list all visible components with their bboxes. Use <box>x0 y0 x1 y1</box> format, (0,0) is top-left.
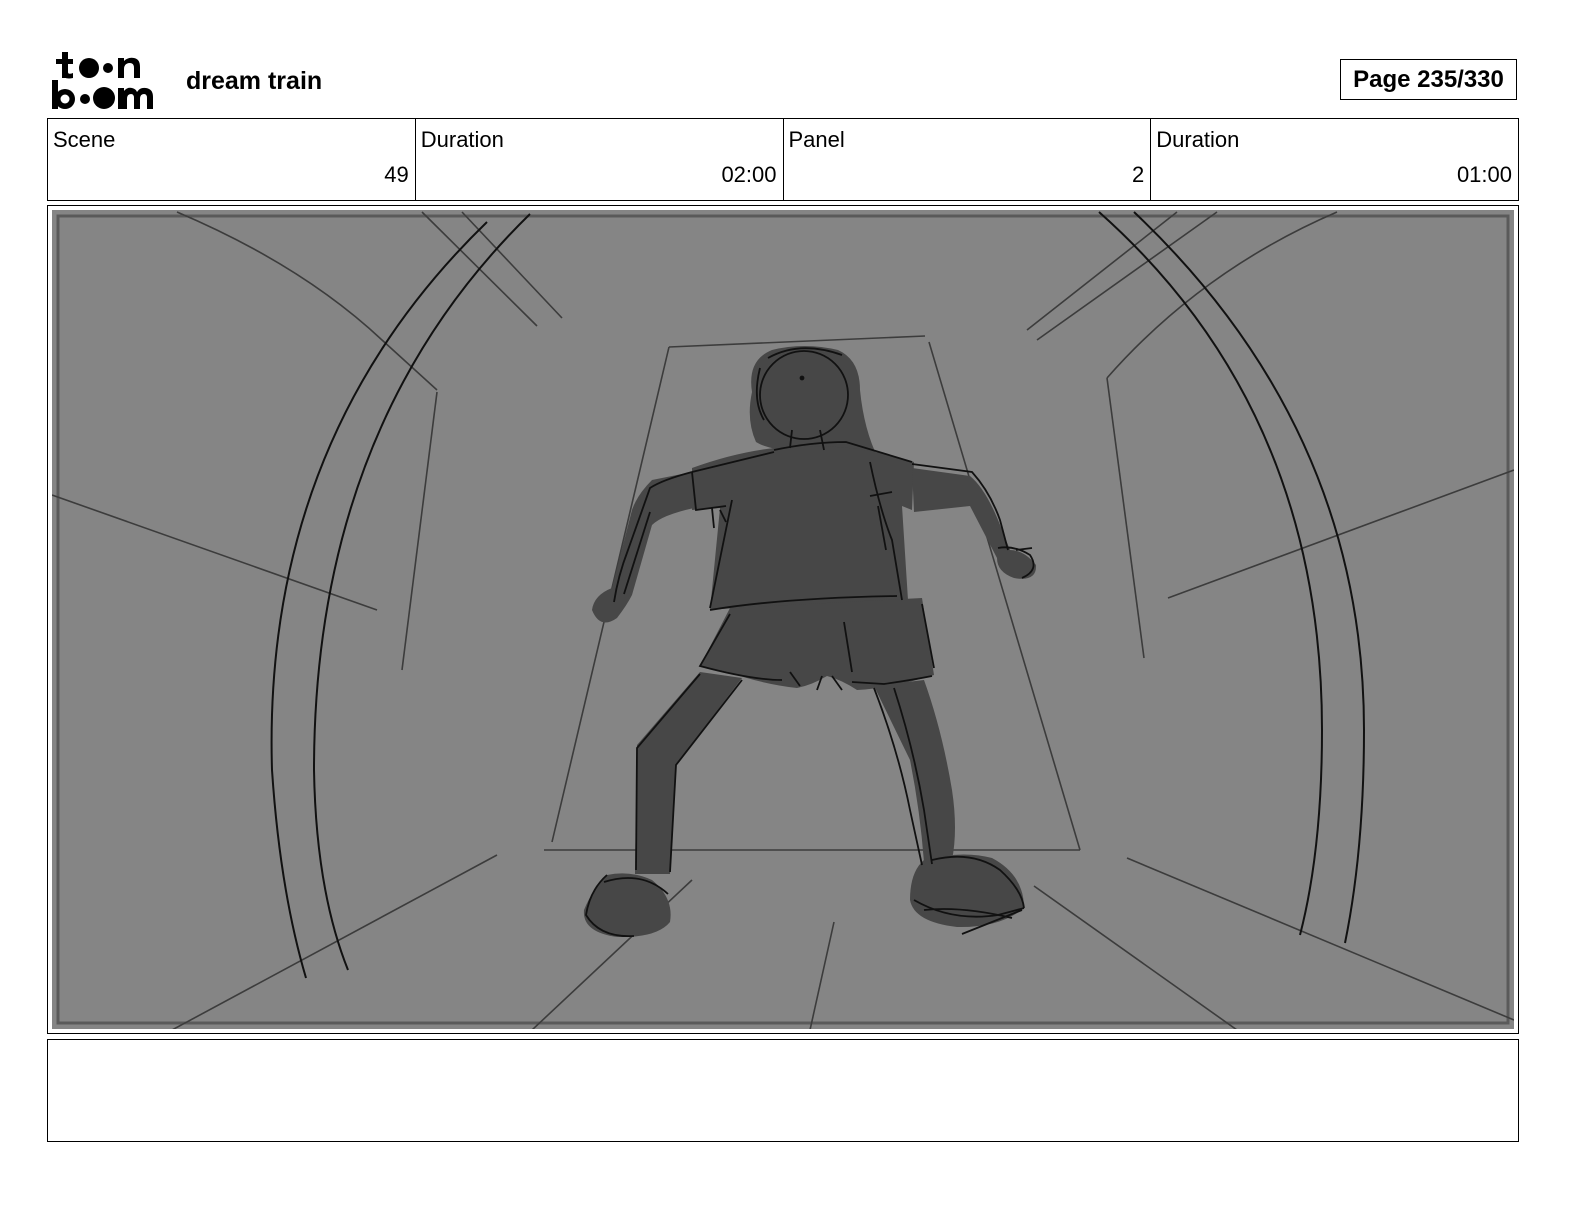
panel-duration-value: 01:00 <box>1456 162 1512 187</box>
scene-duration-value: 02:00 <box>721 162 777 187</box>
scene-label: Scene <box>53 127 116 152</box>
panel-duration-cell: Duration 01:00 <box>1151 119 1518 200</box>
scene-info-table: Scene 49 Duration 02:00 Panel 2 Duration… <box>47 118 1519 201</box>
panel-duration-label: Duration <box>1156 127 1240 152</box>
panel-label: Panel <box>788 127 845 152</box>
panel-value: 2 <box>1132 162 1145 187</box>
scene-cell: Scene 49 <box>48 119 416 200</box>
scene-value: 49 <box>384 162 409 187</box>
panel-notes-box <box>47 1039 1519 1142</box>
toonboom-logo <box>52 52 153 109</box>
project-title: dream train <box>186 67 323 95</box>
storyboard-panel-frame <box>47 205 1519 1034</box>
scene-duration-cell: Duration 02:00 <box>416 119 784 200</box>
page-indicator: Page 235/330 <box>1340 59 1517 100</box>
panel-cell: Panel 2 <box>784 119 1152 200</box>
storyboard-sketch <box>52 210 1514 1029</box>
scene-duration-label: Duration <box>420 127 504 152</box>
